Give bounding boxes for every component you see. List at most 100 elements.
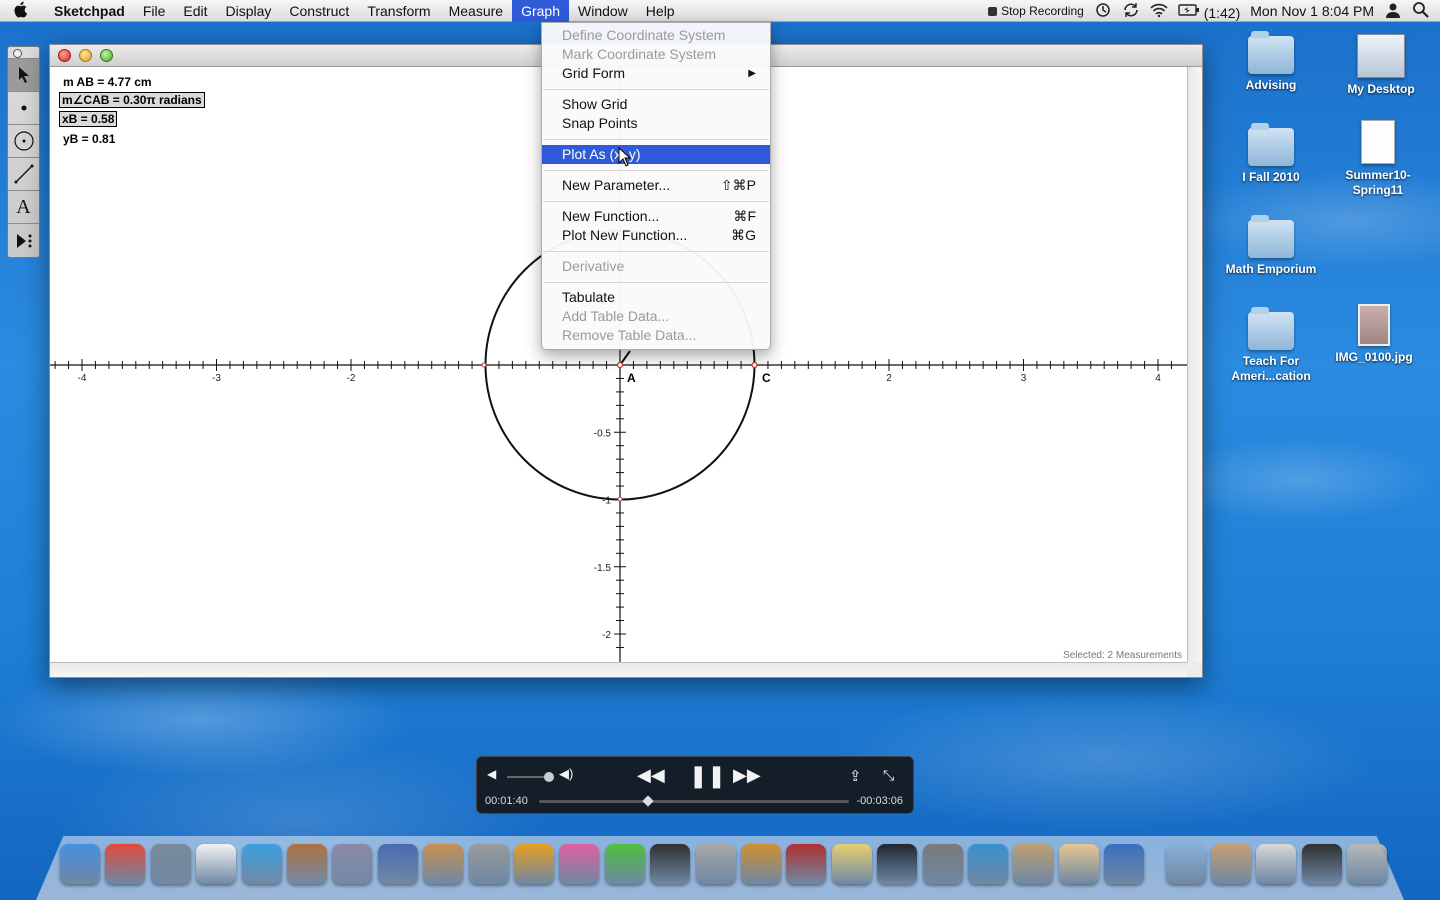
applications-folder-icon[interactable] <box>1165 844 1206 884</box>
colorsync-icon[interactable] <box>514 844 554 884</box>
measurement-xb[interactable]: xB = 0.58 <box>59 111 118 127</box>
label-point-a[interactable]: A <box>627 371 636 385</box>
menu-item-new-parameter[interactable]: New Parameter... ⇧⌘P <box>542 176 770 195</box>
menu-construct[interactable]: Construct <box>280 0 358 22</box>
pencil-icon[interactable] <box>332 844 373 884</box>
menu-item-new-function[interactable]: New Function... ⌘F <box>542 207 770 226</box>
grapher-icon[interactable] <box>604 844 645 884</box>
menu-item-plot-new-function[interactable]: Plot New Function... ⌘G <box>542 226 770 245</box>
gradebook-icon[interactable] <box>1301 844 1342 884</box>
pdf-icon[interactable] <box>1256 844 1297 884</box>
menu-item-show-grid[interactable]: Show Grid <box>542 95 770 114</box>
desktop-folder-advising[interactable]: Advising <box>1221 31 1321 93</box>
exit-fullscreen-icon[interactable]: ⤡ <box>883 767 894 784</box>
battery-status[interactable]: (1:42) <box>1178 2 1240 21</box>
chrome-icon[interactable] <box>105 844 146 884</box>
arrow-tool[interactable] <box>8 59 39 92</box>
straightedge-tool[interactable] <box>8 158 39 191</box>
menu-measure[interactable]: Measure <box>440 0 512 22</box>
system-preferences-icon[interactable] <box>922 844 963 884</box>
webworks-icon[interactable] <box>741 844 781 884</box>
apple-menu-icon[interactable] <box>0 0 40 23</box>
menu-file[interactable]: File <box>134 0 175 22</box>
desktop-doc-summer10[interactable]: Summer10-Spring11 <box>1328 120 1428 198</box>
pause-button[interactable]: ❚❚ <box>689 763 726 789</box>
menu-app-name[interactable]: Sketchpad <box>40 0 134 22</box>
menu-transform[interactable]: Transform <box>358 0 439 22</box>
mail-icon[interactable] <box>150 844 191 884</box>
menu-item-derivative[interactable]: Derivative <box>542 257 770 276</box>
inkscape-icon[interactable] <box>650 844 691 884</box>
resize-grip-icon[interactable] <box>1187 662 1202 677</box>
point-c[interactable] <box>751 361 758 369</box>
point-tool[interactable] <box>8 92 39 125</box>
menu-item-remove-table-data[interactable]: Remove Table Data... <box>542 326 770 345</box>
custom-tool[interactable] <box>8 224 39 257</box>
quicktime-icon[interactable] <box>1104 844 1145 884</box>
share-icon[interactable]: ⇪ <box>849 767 862 785</box>
measurement-angle-cab[interactable]: m∠CAB = 0.30π radians <box>59 92 205 108</box>
menu-item-snap-points[interactable]: Snap Points <box>542 114 770 133</box>
playhead[interactable] <box>641 795 654 807</box>
measurement-length-ab[interactable]: m AB = 4.77 cm <box>63 75 152 89</box>
minimize-window-button[interactable] <box>79 49 92 62</box>
itunes-icon[interactable] <box>241 844 282 884</box>
addressbook-icon[interactable] <box>1058 844 1099 884</box>
calculator-icon[interactable] <box>468 844 509 884</box>
vertical-scrollbar[interactable] <box>1187 67 1202 663</box>
measurement-yb[interactable]: yB = 0.81 <box>63 132 115 146</box>
point-a[interactable] <box>616 361 624 369</box>
keynote-icon[interactable] <box>377 844 418 884</box>
user-icon[interactable] <box>1384 2 1402 21</box>
point-y-intercept[interactable] <box>617 496 623 502</box>
iphoto-icon[interactable] <box>287 844 327 884</box>
desktop-folder-teach-for-america[interactable]: Teach For Ameri...cation <box>1221 307 1321 384</box>
volume-slider[interactable] <box>507 776 549 778</box>
menu-item-plot-as-xy[interactable]: Plot As (x, y) <box>542 145 770 164</box>
desktop-folder-fall-2010[interactable]: I Fall 2010 <box>1221 123 1321 185</box>
wifi-icon[interactable] <box>1150 2 1168 21</box>
menu-window[interactable]: Window <box>569 0 637 22</box>
label-point-c[interactable]: C <box>762 371 771 385</box>
desktop-image-img0100[interactable]: IMG_0100.jpg <box>1324 304 1424 365</box>
stickies-icon[interactable] <box>831 844 872 884</box>
text-tool[interactable]: A <box>8 191 39 224</box>
zoom-window-button[interactable] <box>100 49 113 62</box>
volume-knob[interactable] <box>544 772 554 782</box>
presentation-icon[interactable] <box>423 844 464 884</box>
menu-item-tabulate[interactable]: Tabulate <box>542 288 770 307</box>
horizontal-scrollbar[interactable] <box>50 662 1188 677</box>
close-window-button[interactable] <box>58 49 71 62</box>
menu-graph[interactable]: Graph <box>512 0 569 22</box>
preview-icon[interactable] <box>1013 844 1054 884</box>
menu-item-define-coordinate-system[interactable]: Define Coordinate System <box>542 26 770 45</box>
volume-low-icon[interactable]: ◀ <box>487 767 496 781</box>
menu-item-add-table-data[interactable]: Add Table Data... <box>542 307 770 326</box>
menu-help[interactable]: Help <box>637 0 684 22</box>
activity-monitor-icon[interactable] <box>877 844 918 884</box>
menu-display[interactable]: Display <box>217 0 281 22</box>
menu-edit[interactable]: Edit <box>174 0 216 22</box>
menu-item-mark-coordinate-system[interactable]: Mark Coordinate System <box>542 45 770 64</box>
trash-icon[interactable] <box>1347 844 1388 884</box>
safari-icon[interactable] <box>968 844 1008 884</box>
time-machine-icon[interactable] <box>1094 2 1112 21</box>
dictionary-icon[interactable] <box>786 844 827 884</box>
desktop-my-desktop[interactable]: My Desktop <box>1331 34 1431 97</box>
finder-icon[interactable] <box>60 844 100 884</box>
ical-icon[interactable] <box>196 844 237 884</box>
sync-icon[interactable] <box>1122 2 1140 21</box>
playback-scrubber[interactable] <box>539 800 849 803</box>
latex-icon[interactable] <box>695 844 736 884</box>
compass-tool[interactable] <box>8 125 39 158</box>
pinwheel-icon[interactable] <box>559 844 600 884</box>
stop-recording-button[interactable]: Stop Recording <box>988 4 1084 18</box>
clock[interactable]: Mon Nov 1 8:04 PM <box>1250 3 1374 19</box>
spotlight-search-icon[interactable] <box>1412 1 1430 21</box>
menu-item-grid-form[interactable]: Grid Form ▶ <box>542 64 770 83</box>
home-folder-icon[interactable] <box>1211 844 1251 884</box>
desktop-folder-math-emporium[interactable]: Math Emporium <box>1221 215 1321 277</box>
volume-high-icon[interactable]: ◀) <box>559 766 573 782</box>
point-x-intercept[interactable] <box>481 362 487 368</box>
fast-forward-button[interactable]: ▶▶ <box>733 765 761 786</box>
